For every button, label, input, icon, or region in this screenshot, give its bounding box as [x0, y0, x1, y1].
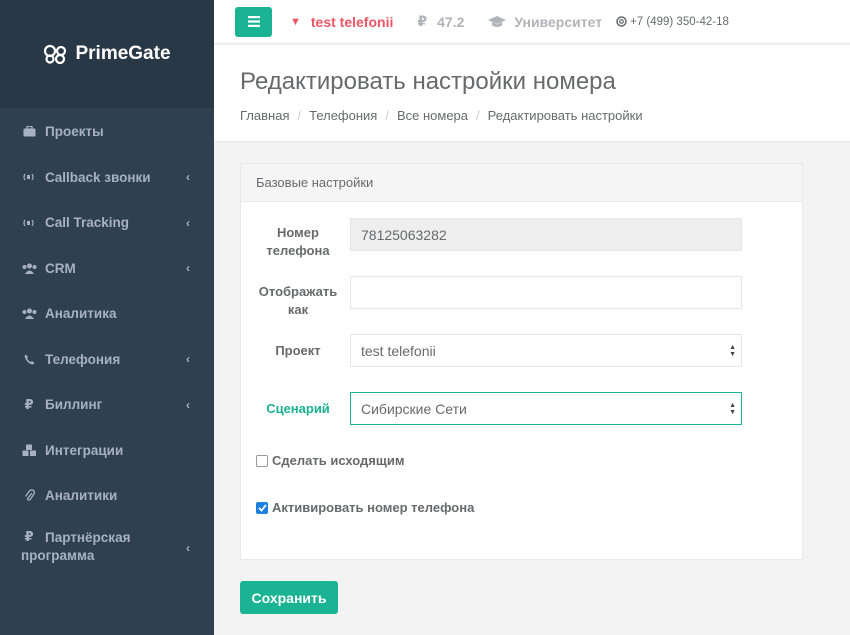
panel-title: Базовые настройки: [241, 164, 802, 202]
university-link[interactable]: Университет: [488, 14, 602, 30]
sidebar-item-label: Аналитика: [45, 306, 117, 322]
select-arrows-icon: ▲ ▼: [729, 344, 736, 358]
phone-number-field: 78125063282: [350, 218, 742, 251]
chevron-left-icon: ‹: [186, 352, 190, 367]
project-select-value: test telefonii: [361, 342, 436, 359]
chevron-left-icon: ‹: [186, 170, 190, 185]
support-phone-number: +7 (499) 350-42-18: [630, 15, 729, 28]
chevron-left-icon: ‹: [186, 397, 190, 412]
chevron-left-icon: ‹: [186, 261, 190, 276]
display-as-label-line2: как: [287, 302, 309, 317]
support-phone: +7 (499) 350-42-18: [616, 16, 729, 28]
sidebar-item-label: Callback звонки: [45, 169, 151, 185]
sidebar-item-billing[interactable]: ₽ Биллинг ‹: [0, 382, 214, 428]
project-label: Проект: [275, 343, 321, 358]
ruble-icon: ₽: [24, 528, 34, 544]
display-as-label-line1: Отображать: [258, 284, 338, 299]
breadcrumb-all-numbers[interactable]: Все номера: [397, 108, 468, 123]
outgoing-checkbox-label: Сделать исходящим: [272, 453, 405, 468]
project-selector[interactable]: ▼ test telefonii: [290, 14, 393, 30]
ruble-icon: ₽: [24, 396, 34, 412]
balance-link[interactable]: ₽ 47.2: [417, 13, 464, 30]
select-arrows-icon: ▲ ▼: [729, 402, 736, 416]
display-as-input[interactable]: [350, 276, 742, 309]
users-icon: [21, 308, 37, 320]
sidebar-item-label-line1: Партнёрская: [45, 529, 131, 545]
sidebar-item-label-line2: программа: [21, 547, 95, 563]
volume-icon: [21, 171, 37, 183]
logo[interactable]: PrimeGate: [43, 43, 171, 65]
checkmark-icon: [257, 503, 267, 512]
briefcase-icon: [21, 126, 37, 137]
hamburger-icon: [247, 16, 260, 27]
university-label: Университет: [514, 13, 603, 30]
phone-number-value: 78125063282: [361, 226, 447, 243]
sidebar-item-label: Биллинг: [45, 397, 103, 413]
sidebar-item-label: CRM: [45, 260, 76, 276]
display-as-label: Отображать как: [257, 283, 339, 319]
outgoing-checkbox[interactable]: [256, 454, 268, 467]
sidebar-item-label: Проекты: [45, 124, 104, 140]
sidebar-nav: Проекты Callback звонки ‹ Call Tracking …: [0, 108, 214, 581]
activate-checkbox-label: Активировать номер телефона: [272, 500, 475, 515]
logo-icon: [44, 44, 67, 64]
scenario-select-value: Сибирские Сети: [361, 400, 467, 417]
breadcrumb-current: Редактировать настройки: [487, 108, 643, 123]
scenario-select[interactable]: Сибирские Сети ▲ ▼: [350, 392, 742, 425]
page-heading: Редактировать настройки номера Главная /…: [214, 45, 850, 142]
sidebar-item-call-tracking[interactable]: Call Tracking ‹: [0, 200, 214, 246]
outgoing-checkbox-row[interactable]: Сделать исходящим: [256, 453, 404, 468]
cubes-icon: [21, 444, 37, 457]
chevron-down-icon: ▼: [290, 15, 301, 28]
save-button[interactable]: Сохранить: [240, 581, 338, 614]
ruble-icon: ₽: [417, 13, 428, 29]
activate-checkbox-row[interactable]: Активировать номер телефона: [256, 500, 474, 515]
breadcrumb-separator: /: [476, 108, 480, 123]
sidebar-item-telephony[interactable]: Телефония ‹: [0, 337, 214, 383]
sidebar-item-projects[interactable]: Проекты: [0, 109, 214, 155]
brand-name: PrimeGate: [75, 43, 171, 64]
scenario-label: Сценарий: [266, 401, 330, 416]
breadcrumb-separator: /: [385, 108, 389, 123]
sidebar-header: PrimeGate: [0, 0, 214, 108]
activate-checkbox[interactable]: [256, 501, 268, 514]
sidebar-item-label: Телефония: [45, 351, 121, 367]
phone-number-label: Номер телефона: [257, 224, 339, 260]
sidebar-item-label: Партнёрская программа: [21, 529, 131, 565]
sidebar-item-integrations[interactable]: Интеграции: [0, 428, 214, 474]
phone-icon: [21, 354, 37, 365]
basic-settings-panel: Базовые настройки Номер телефона 7812506…: [240, 163, 803, 560]
phone-number-label-line1: Номер: [277, 225, 319, 240]
sidebar: PrimeGate Проекты Callback звонки ‹ Call…: [0, 0, 214, 635]
sidebar-item-crm[interactable]: CRM ‹: [0, 246, 214, 292]
sidebar-item-label: Интеграции: [45, 442, 124, 458]
sidebar-item-callback[interactable]: Callback звонки ‹: [0, 155, 214, 201]
breadcrumb-telephony[interactable]: Телефония: [309, 108, 377, 123]
sidebar-item-partner-program[interactable]: ₽ Партнёрская программа ‹: [0, 519, 214, 581]
breadcrumb-home[interactable]: Главная: [240, 108, 289, 123]
sidebar-item-label: Call Tracking: [45, 215, 130, 231]
chevron-left-icon: ‹: [186, 540, 190, 555]
breadcrumb-separator: /: [297, 108, 302, 123]
paperclip-icon: [21, 489, 37, 502]
page-title: Редактировать настройки номера: [240, 68, 616, 95]
support-icon: [616, 16, 627, 27]
topbar: ▼ test telefonii ₽ 47.2 Университет +7 (…: [214, 0, 850, 44]
sidebar-item-label: Аналитики: [45, 488, 118, 504]
sidebar-item-analysts[interactable]: Аналитики: [0, 473, 214, 519]
menu-toggle-button[interactable]: [235, 6, 272, 37]
users-icon: [21, 263, 37, 274]
chevron-left-icon: ‹: [186, 215, 190, 230]
project-select[interactable]: test telefonii ▲ ▼: [350, 334, 742, 367]
balance-value: 47.2: [437, 13, 465, 30]
breadcrumb: Главная / Телефония / Все номера / Редак…: [240, 108, 850, 123]
sidebar-item-analytics[interactable]: Аналитика: [0, 291, 214, 337]
graduation-cap-icon: [488, 15, 507, 27]
volume-icon: [21, 217, 37, 229]
project-name: test telefonii: [310, 13, 394, 30]
phone-number-label-line2: телефона: [266, 243, 330, 258]
